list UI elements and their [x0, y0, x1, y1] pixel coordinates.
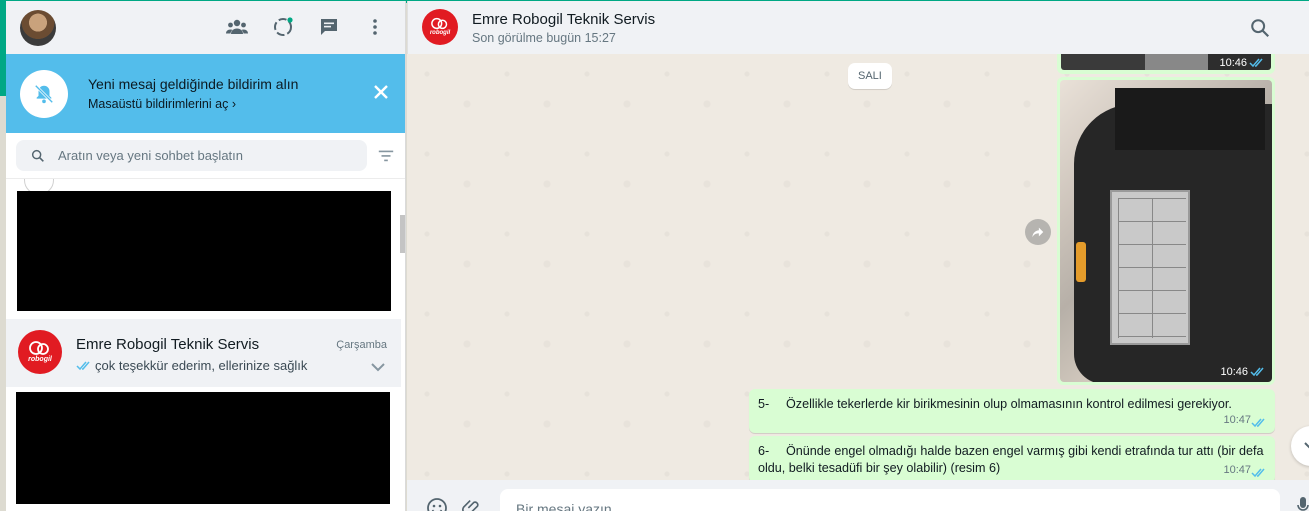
double-check-icon [76, 361, 90, 371]
avatar-logo-text: robogil [28, 356, 52, 363]
new-chat-icon[interactable] [317, 15, 341, 39]
redacted-region [17, 191, 391, 311]
message-time: 10:47 [1223, 464, 1251, 476]
conversation-header[interactable]: robogil Emre Robogil Teknik Servis Son g… [407, 1, 1309, 54]
date-separator: SALI [848, 63, 892, 89]
message-time: 10:46 [1220, 366, 1248, 378]
filter-icon[interactable] [377, 147, 395, 165]
sidebar: Yeni mesaj geldiğinde bildirim alın Masa… [6, 1, 406, 511]
enable-desktop-notifications-link[interactable]: Masaüstü bildirimlerini aç › [88, 97, 298, 111]
search-input[interactable] [58, 148, 338, 163]
chat-time: Çarşamba [336, 339, 387, 351]
sidebar-header [6, 1, 405, 54]
communities-icon[interactable] [225, 15, 249, 39]
search-icon[interactable] [1249, 17, 1271, 39]
chevron-down-icon[interactable] [371, 359, 385, 372]
message-area[interactable]: 10:46 SALI 10:46 5- Özellikle tekerlerde … [407, 54, 1309, 480]
image-message[interactable]: 10:46 [1057, 54, 1275, 74]
message-number: 6- [758, 444, 770, 458]
avatar-logo-text: robogil [429, 30, 451, 36]
double-check-icon [1250, 367, 1264, 377]
message-time: 10:47 [1223, 414, 1251, 426]
chat-list-item[interactable]: robogil Emre Robogil Teknik Servis Çarşa… [6, 319, 401, 387]
search-row [6, 133, 405, 179]
microphone-icon[interactable] [1297, 496, 1309, 511]
robot-orange-tab [1076, 242, 1086, 282]
bell-off-icon [20, 69, 68, 118]
my-profile-avatar[interactable] [20, 9, 56, 46]
contact-avatar[interactable]: robogil [422, 9, 458, 45]
text-message[interactable]: 5- Özellikle tekerlerde kir birikmesinin … [749, 389, 1275, 433]
emoji-icon[interactable] [425, 496, 449, 511]
scroll-to-bottom-button[interactable] [1291, 426, 1309, 466]
composer [407, 480, 1309, 511]
redacted-region [16, 392, 390, 504]
chevron-right-icon: › [231, 97, 236, 111]
chat-preview-text: çok teşekkür ederim, ellerinize sağlık [95, 358, 308, 373]
message-number: 5- [758, 397, 770, 411]
notification-text: Yeni mesaj geldiğinde bildirim alın Masa… [88, 76, 298, 111]
contact-last-seen: Son görülme bugün 15:27 [472, 31, 616, 45]
attach-icon[interactable] [461, 496, 483, 511]
double-check-icon [1249, 58, 1263, 68]
image-message[interactable]: 10:46 [1057, 77, 1275, 385]
chat-name: Emre Robogil Teknik Servis [76, 336, 260, 353]
message-input[interactable] [500, 489, 1280, 511]
robogil-logo-avatar: robogil [18, 330, 62, 374]
double-check-icon [1251, 468, 1265, 478]
contact-name: Emre Robogil Teknik Servis [472, 11, 656, 28]
notification-title: Yeni mesaj geldiğinde bildirim alın [88, 76, 299, 92]
search-box [16, 140, 367, 171]
message-image[interactable]: 10:46 [1060, 80, 1272, 382]
forward-icon[interactable] [1025, 219, 1051, 245]
robot-label-sticker [1110, 190, 1190, 345]
status-icon[interactable] [271, 15, 295, 39]
message-time: 10:46 [1219, 57, 1247, 69]
message-text: Özellikle tekerlerde kir birikmesinin ol… [786, 397, 1232, 411]
text-message[interactable]: 6- Önünde engel olmadığı halde bazen enge… [749, 436, 1275, 480]
chevron-down-icon [1304, 442, 1309, 449]
double-check-icon [1251, 418, 1265, 428]
chat-preview: çok teşekkür ederim, ellerinize sağlık [76, 358, 307, 373]
notification-banner: Yeni mesaj geldiğinde bildirim alın Masa… [6, 54, 405, 133]
sidebar-header-actions [225, 15, 387, 39]
search-icon [31, 149, 44, 162]
chat-list: robogil Emre Robogil Teknik Servis Çarşa… [6, 179, 405, 510]
scrollbar[interactable] [400, 215, 405, 253]
message-text: Önünde engel olmadığı halde bazen engel … [758, 444, 1264, 475]
robot-vacuum-top [1115, 88, 1265, 150]
menu-icon[interactable] [363, 15, 387, 39]
message-image[interactable]: 10:46 [1061, 54, 1271, 70]
close-icon[interactable] [371, 82, 391, 102]
